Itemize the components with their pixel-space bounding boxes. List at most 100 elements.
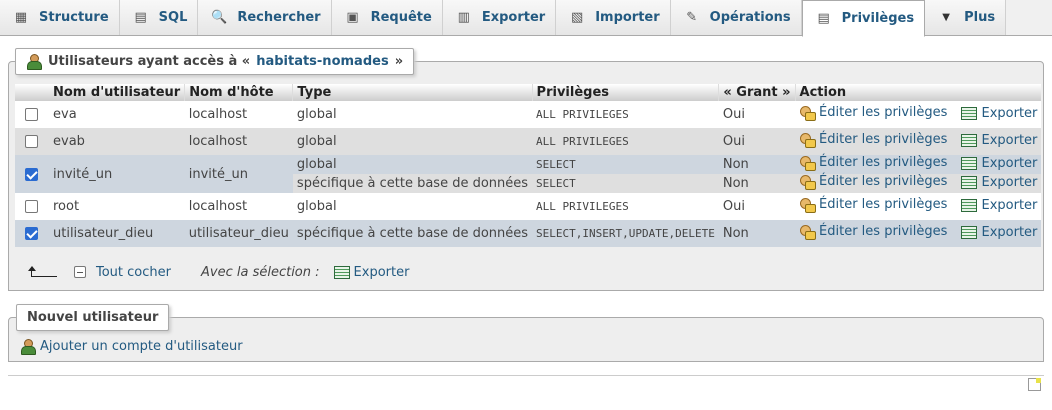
import-icon: ▧ <box>571 10 584 25</box>
export-link[interactable]: Exporter <box>961 133 1037 148</box>
console-icon[interactable] <box>1028 378 1041 391</box>
legend-prefix: Utilisateurs ayant accès à « <box>48 54 251 69</box>
header-username: Nom d'utilisateur <box>49 84 186 101</box>
tab-plus[interactable]: ▼ Plus <box>925 0 1007 35</box>
username-cell: invité_un <box>49 155 185 193</box>
edit-privileges-icon <box>799 197 817 213</box>
row-checkbox[interactable] <box>25 200 38 213</box>
type-cell: global <box>292 128 533 155</box>
username-cell: root <box>49 193 185 220</box>
tab-label: SQL <box>158 10 188 25</box>
tab-label: Plus <box>964 10 996 25</box>
privileges-cell: SELECT <box>532 155 719 174</box>
tab-privileges[interactable]: ▤ Privilèges <box>801 0 926 37</box>
tab-label: Requête <box>370 10 432 25</box>
row-checkbox[interactable] <box>25 167 38 181</box>
privileges-icon: ▤ <box>817 11 830 26</box>
header-hostname: Nom d'hôte <box>184 84 294 101</box>
add-user-icon <box>20 338 36 355</box>
table-row: root localhost global ALL PRIVILEGES Oui… <box>15 193 1042 220</box>
divider <box>8 375 1044 376</box>
tab-label: Rechercher <box>237 10 321 25</box>
edit-privileges-link[interactable]: Éditer les privilèges <box>799 155 947 171</box>
structure-icon: ▦ <box>14 10 28 25</box>
tab-exporter[interactable]: ▥ Exporter <box>442 0 557 35</box>
row-checkbox[interactable] <box>25 135 38 148</box>
row-checkbox[interactable] <box>25 108 38 121</box>
edit-privileges-link[interactable]: Éditer les privilèges <box>799 105 947 121</box>
export-icon <box>961 226 978 239</box>
tab-structure[interactable]: ▦ Structure <box>0 0 120 35</box>
edit-privileges-link[interactable]: Éditer les privilèges <box>799 224 947 240</box>
privileges-cell: SELECT,INSERT,UPDATE,DELETE <box>532 220 719 247</box>
type-cell: global <box>292 155 533 174</box>
header-action: Action <box>795 84 1042 101</box>
hostname-cell: localhost <box>184 193 293 220</box>
tab-importer[interactable]: ▧ Importer <box>556 0 671 35</box>
tab-label: Privilèges <box>841 11 915 26</box>
edit-privileges-link[interactable]: Éditer les privilèges <box>799 132 947 148</box>
add-user-link[interactable]: Ajouter un compte d'utilisateur <box>20 337 243 355</box>
row-checkbox[interactable] <box>25 227 38 240</box>
tab-rechercher[interactable]: 🔍 Rechercher <box>198 0 332 35</box>
grant-cell: Non <box>718 220 796 247</box>
search-icon: 🔍 <box>211 10 228 25</box>
privileges-cell: ALL PRIVILEGES <box>532 193 719 220</box>
users-icon <box>26 54 42 70</box>
hostname-cell: localhost <box>184 128 293 155</box>
tab-requete[interactable]: ▣ Requête <box>331 0 443 35</box>
new-user-legend: Nouvel utilisateur <box>16 304 170 331</box>
export-icon <box>961 134 978 147</box>
export-link[interactable]: Exporter <box>961 198 1037 213</box>
table-row: utilisateur_dieu utilisateur_dieu spécif… <box>15 220 1042 247</box>
privileges-cell: ALL PRIVILEGES <box>532 101 719 128</box>
edit-privileges-icon <box>799 105 817 121</box>
check-all-checkbox[interactable] <box>74 266 86 278</box>
table-row: eva localhost global ALL PRIVILEGES Oui … <box>15 101 1042 128</box>
privileges-cell: SELECT <box>532 174 719 193</box>
bulk-export-button[interactable]: Exporter <box>333 265 409 280</box>
privileges-cell: ALL PRIVILEGES <box>532 128 719 155</box>
add-user-label: Ajouter un compte d'utilisateur <box>40 338 243 354</box>
tab-label: Structure <box>39 10 109 25</box>
legend-suffix: » <box>394 54 404 69</box>
header-checkbox-col <box>15 84 49 101</box>
edit-privileges-icon <box>799 132 817 148</box>
type-cell: spécifique à cette base de données <box>292 174 533 193</box>
grant-cell: Oui <box>718 193 796 220</box>
chevron-down-icon: ▼ <box>942 12 950 23</box>
users-table: Nom d'utilisateur Nom d'hôte Type Privil… <box>15 84 1042 247</box>
tab-label: Importer <box>595 10 660 25</box>
edit-privileges-link[interactable]: Éditer les privilèges <box>799 174 947 190</box>
edit-privileges-icon <box>799 155 817 171</box>
check-all-link[interactable]: Tout cocher <box>96 265 171 280</box>
username-cell: utilisateur_dieu <box>49 220 185 247</box>
export-icon <box>333 265 350 279</box>
grant-cell: Non <box>718 155 796 174</box>
export-icon <box>961 176 978 189</box>
export-link[interactable]: Exporter <box>961 156 1037 171</box>
type-cell: global <box>292 193 533 220</box>
edit-privileges-link[interactable]: Éditer les privilèges <box>799 197 947 213</box>
users-panel-legend: Utilisateurs ayant accès à « habitats-no… <box>15 48 415 75</box>
export-link[interactable]: Exporter <box>961 175 1037 190</box>
username-cell: evab <box>49 128 185 155</box>
export-link[interactable]: Exporter <box>961 106 1037 121</box>
tab-operations[interactable]: ✎ Opérations <box>670 0 802 35</box>
with-selection-label: Avec la sélection : <box>201 264 320 280</box>
hostname-cell: utilisateur_dieu <box>184 220 293 247</box>
username-cell: eva <box>49 101 185 128</box>
type-cell: global <box>292 101 533 128</box>
database-name[interactable]: habitats-nomades <box>256 54 389 69</box>
wrench-icon: ✎ <box>686 10 698 25</box>
hostname-cell: invité_un <box>184 155 293 193</box>
bulk-actions-bar: Tout cocher Avec la sélection : Exporter <box>26 262 409 282</box>
tab-sql[interactable]: ▤ SQL <box>119 0 199 35</box>
table-row: invité_un invité_un global SELECT Non Éd… <box>15 155 1042 193</box>
hostname-cell: localhost <box>184 101 293 128</box>
grant-cell: Oui <box>718 101 796 128</box>
export-link[interactable]: Exporter <box>961 225 1037 240</box>
export-icon: ▥ <box>457 10 470 25</box>
export-icon <box>961 107 978 120</box>
header-type: Type <box>292 84 533 101</box>
